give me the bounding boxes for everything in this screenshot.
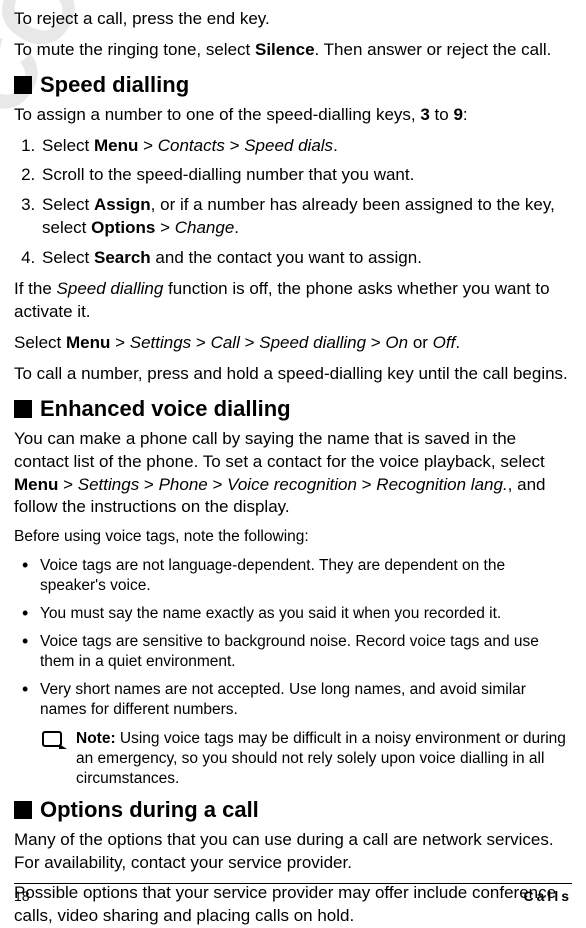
intro-reject: To reject a call, press the end key.	[14, 8, 572, 31]
key-3: 3	[420, 105, 429, 124]
text: Select	[42, 195, 94, 214]
text: Using voice tags may be difficult in a n…	[76, 730, 566, 787]
call-label: Call	[211, 333, 240, 352]
menu-label: Menu	[66, 333, 110, 352]
options-p2: Possible options that your service provi…	[14, 882, 572, 928]
step-2: Scroll to the speed-dialling number that…	[40, 164, 572, 187]
menu-label: Menu	[14, 475, 58, 494]
speed-heading: Speed dialling	[40, 70, 189, 100]
step-1: Select Menu > Contacts > Speed dials.	[40, 135, 572, 158]
text: Select	[42, 248, 94, 267]
contacts-label: Contacts	[158, 136, 225, 155]
options-p1: Many of the options that you can use dur…	[14, 829, 572, 875]
text: .	[234, 218, 239, 237]
settings-label: Settings	[78, 475, 139, 494]
square-bullet-icon	[14, 801, 32, 819]
options-label: Options	[91, 218, 155, 237]
off-label: Off	[433, 333, 456, 352]
text: >	[139, 475, 158, 494]
voice-intro: You can make a phone call by saying the …	[14, 428, 572, 520]
text: >	[191, 333, 210, 352]
text: >	[366, 333, 385, 352]
settings-label: Settings	[130, 333, 191, 352]
text: You can make a phone call by saying the …	[14, 429, 545, 471]
step-3: Select Assign, or if a number has alread…	[40, 194, 572, 240]
text: >	[110, 333, 129, 352]
on-label: On	[385, 333, 408, 352]
speed-dials-label: Speed dials	[244, 136, 333, 155]
note-icon	[42, 731, 68, 753]
text: >	[357, 475, 376, 494]
text: or	[408, 333, 433, 352]
text: >	[225, 136, 244, 155]
text: >	[240, 333, 259, 352]
key-9: 9	[453, 105, 462, 124]
bullet-4: Very short names are not accepted. Use l…	[14, 680, 572, 720]
text: >	[155, 218, 174, 237]
voice-pre: Before using voice tags, note the follow…	[14, 527, 572, 547]
speed-menu-path: Select Menu > Settings > Call > Speed di…	[14, 332, 572, 355]
page-content: To reject a call, press the end key. To …	[14, 8, 572, 928]
speed-steps: Select Menu > Contacts > Speed dials. Sc…	[14, 135, 572, 271]
menu-label: Menu	[94, 136, 138, 155]
text: >	[138, 136, 157, 155]
options-heading: Options during a call	[40, 795, 259, 825]
text: To mute the ringing tone, select	[14, 40, 255, 59]
silence-label: Silence	[255, 40, 315, 59]
speed-intro: To assign a number to one of the speed-d…	[14, 104, 572, 127]
speed-heading-row: Speed dialling	[14, 70, 572, 100]
voice-heading: Enhanced voice dialling	[40, 394, 291, 424]
bullet-1: Voice tags are not language-dependent. T…	[14, 556, 572, 596]
text: :	[463, 105, 468, 124]
bullet-2: You must say the name exactly as you sai…	[14, 604, 572, 624]
text: >	[58, 475, 77, 494]
text: Select	[14, 333, 66, 352]
text: . Then answer or reject the call.	[315, 40, 552, 59]
intro-mute: To mute the ringing tone, select Silence…	[14, 39, 572, 62]
speed-call-instruction: To call a number, press and hold a speed…	[14, 363, 572, 386]
phone-label: Phone	[159, 475, 208, 494]
step-4: Select Search and the contact you want t…	[40, 247, 572, 270]
text: .	[455, 333, 460, 352]
note-label: Note:	[76, 730, 116, 747]
text: and the contact you want to assign.	[151, 248, 422, 267]
text: Select	[42, 136, 94, 155]
voice-recognition-label: Voice recognition	[227, 475, 357, 494]
recognition-lang-label: Recognition lang.	[376, 475, 507, 494]
speed-off-note: If the Speed dialling function is off, t…	[14, 278, 572, 324]
change-label: Change	[175, 218, 235, 237]
search-label: Search	[94, 248, 151, 267]
text: To assign a number to one of the speed-d…	[14, 105, 420, 124]
text: to	[430, 105, 454, 124]
speed-dialling-label: Speed dialling	[57, 279, 164, 298]
square-bullet-icon	[14, 400, 32, 418]
note-text: Note: Using voice tags may be difficult …	[76, 729, 572, 789]
voice-bullets: Voice tags are not language-dependent. T…	[14, 556, 572, 721]
text: If the	[14, 279, 57, 298]
square-bullet-icon	[14, 76, 32, 94]
voice-heading-row: Enhanced voice dialling	[14, 394, 572, 424]
bullet-3: Voice tags are sensitive to background n…	[14, 632, 572, 672]
note-block: Note: Using voice tags may be difficult …	[42, 729, 572, 789]
text: .	[333, 136, 338, 155]
speed-dialling-label: Speed dialling	[259, 333, 366, 352]
options-heading-row: Options during a call	[14, 795, 572, 825]
assign-label: Assign	[94, 195, 151, 214]
text: >	[208, 475, 227, 494]
